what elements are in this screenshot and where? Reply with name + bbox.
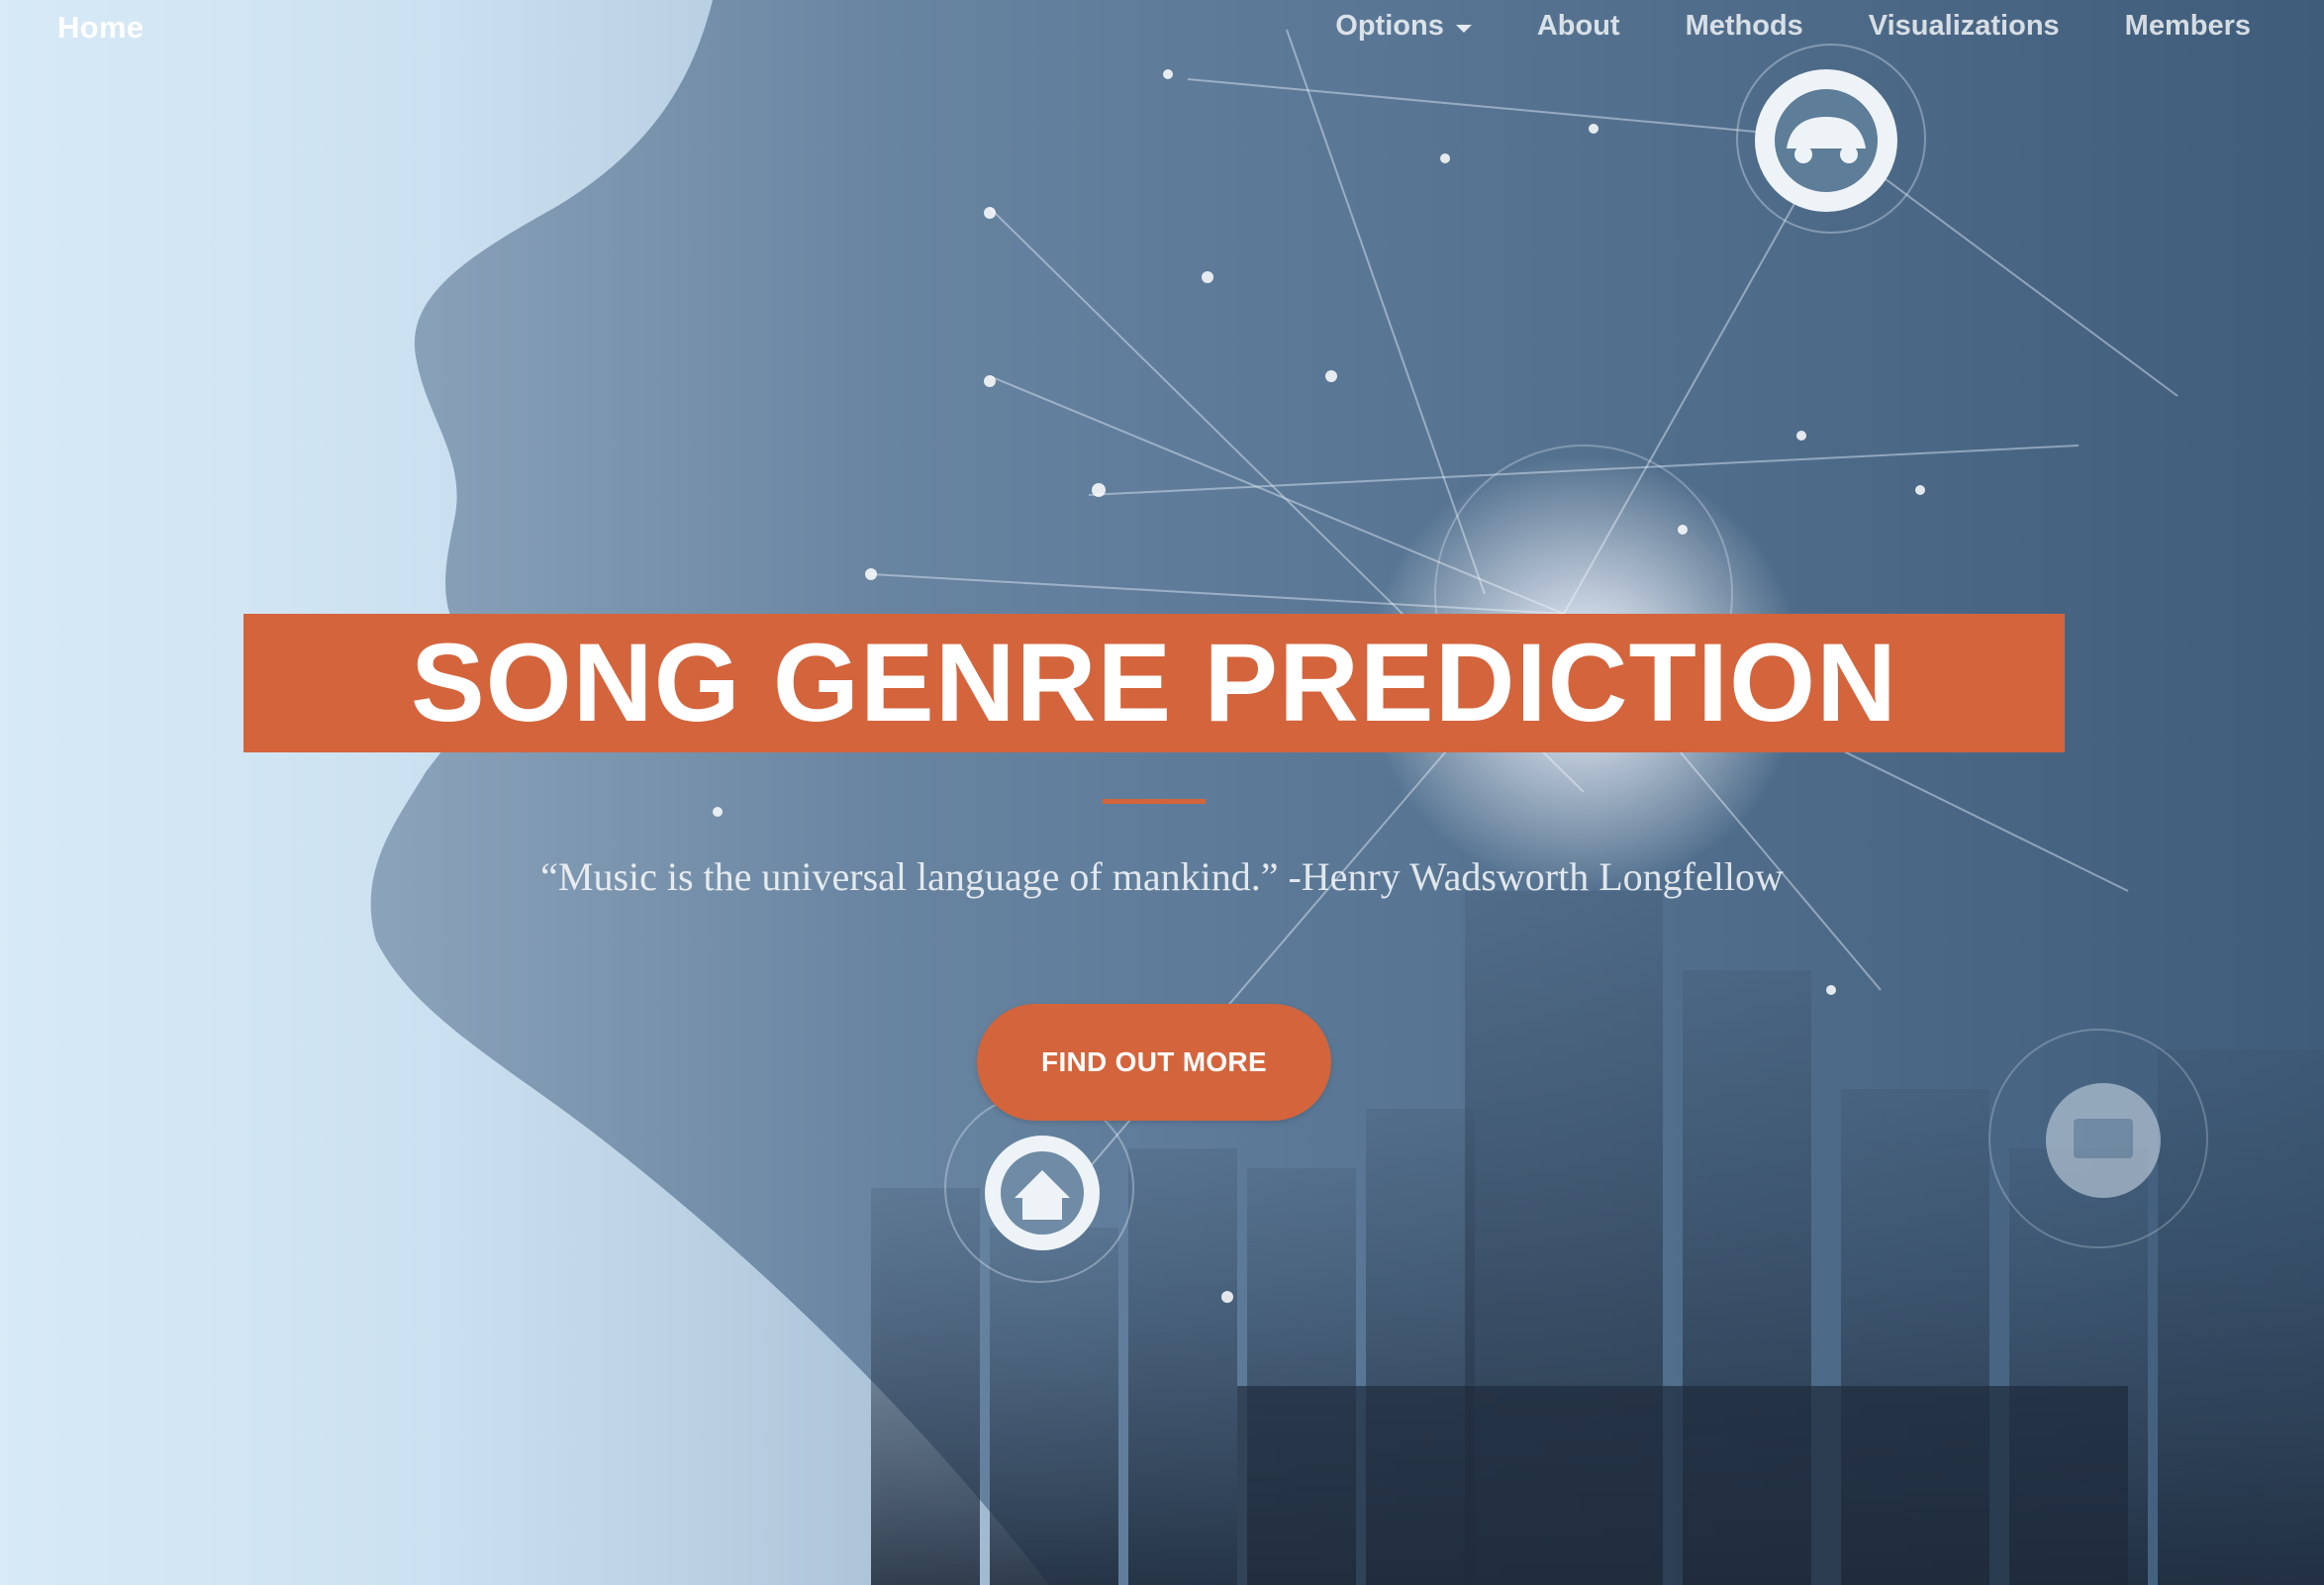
nav-options-label: Options	[1335, 10, 1444, 42]
nav-methods-link[interactable]: Methods	[1686, 10, 1803, 43]
nav-about-link[interactable]: About	[1537, 10, 1620, 43]
nav-options-dropdown[interactable]: Options	[1335, 10, 1472, 43]
nav-members-link[interactable]: Members	[2125, 10, 2251, 43]
nav-links: Options About Methods Visualizations Mem…	[1335, 10, 2251, 43]
hero-quote: “Music is the universal language of mank…	[540, 854, 1784, 899]
title-banner: SONG GENRE PREDICTION	[243, 614, 2065, 752]
monitor-icon	[2046, 1083, 2161, 1198]
title-divider	[1103, 799, 1206, 804]
home-icon	[985, 1136, 1100, 1250]
page-title: SONG GENRE PREDICTION	[410, 621, 1898, 744]
nav-home-link[interactable]: Home	[57, 10, 144, 46]
nav-visualizations-link[interactable]: Visualizations	[1869, 10, 2060, 43]
masthead: Home Options About Methods Visualization…	[0, 0, 2324, 1585]
background-image	[0, 0, 2324, 1585]
navbar: Home Options About Methods Visualization…	[0, 0, 2324, 59]
car-icon	[1755, 69, 1897, 212]
find-out-more-button[interactable]: FIND OUT MORE	[977, 1004, 1331, 1121]
caret-down-icon	[1455, 24, 1472, 33]
